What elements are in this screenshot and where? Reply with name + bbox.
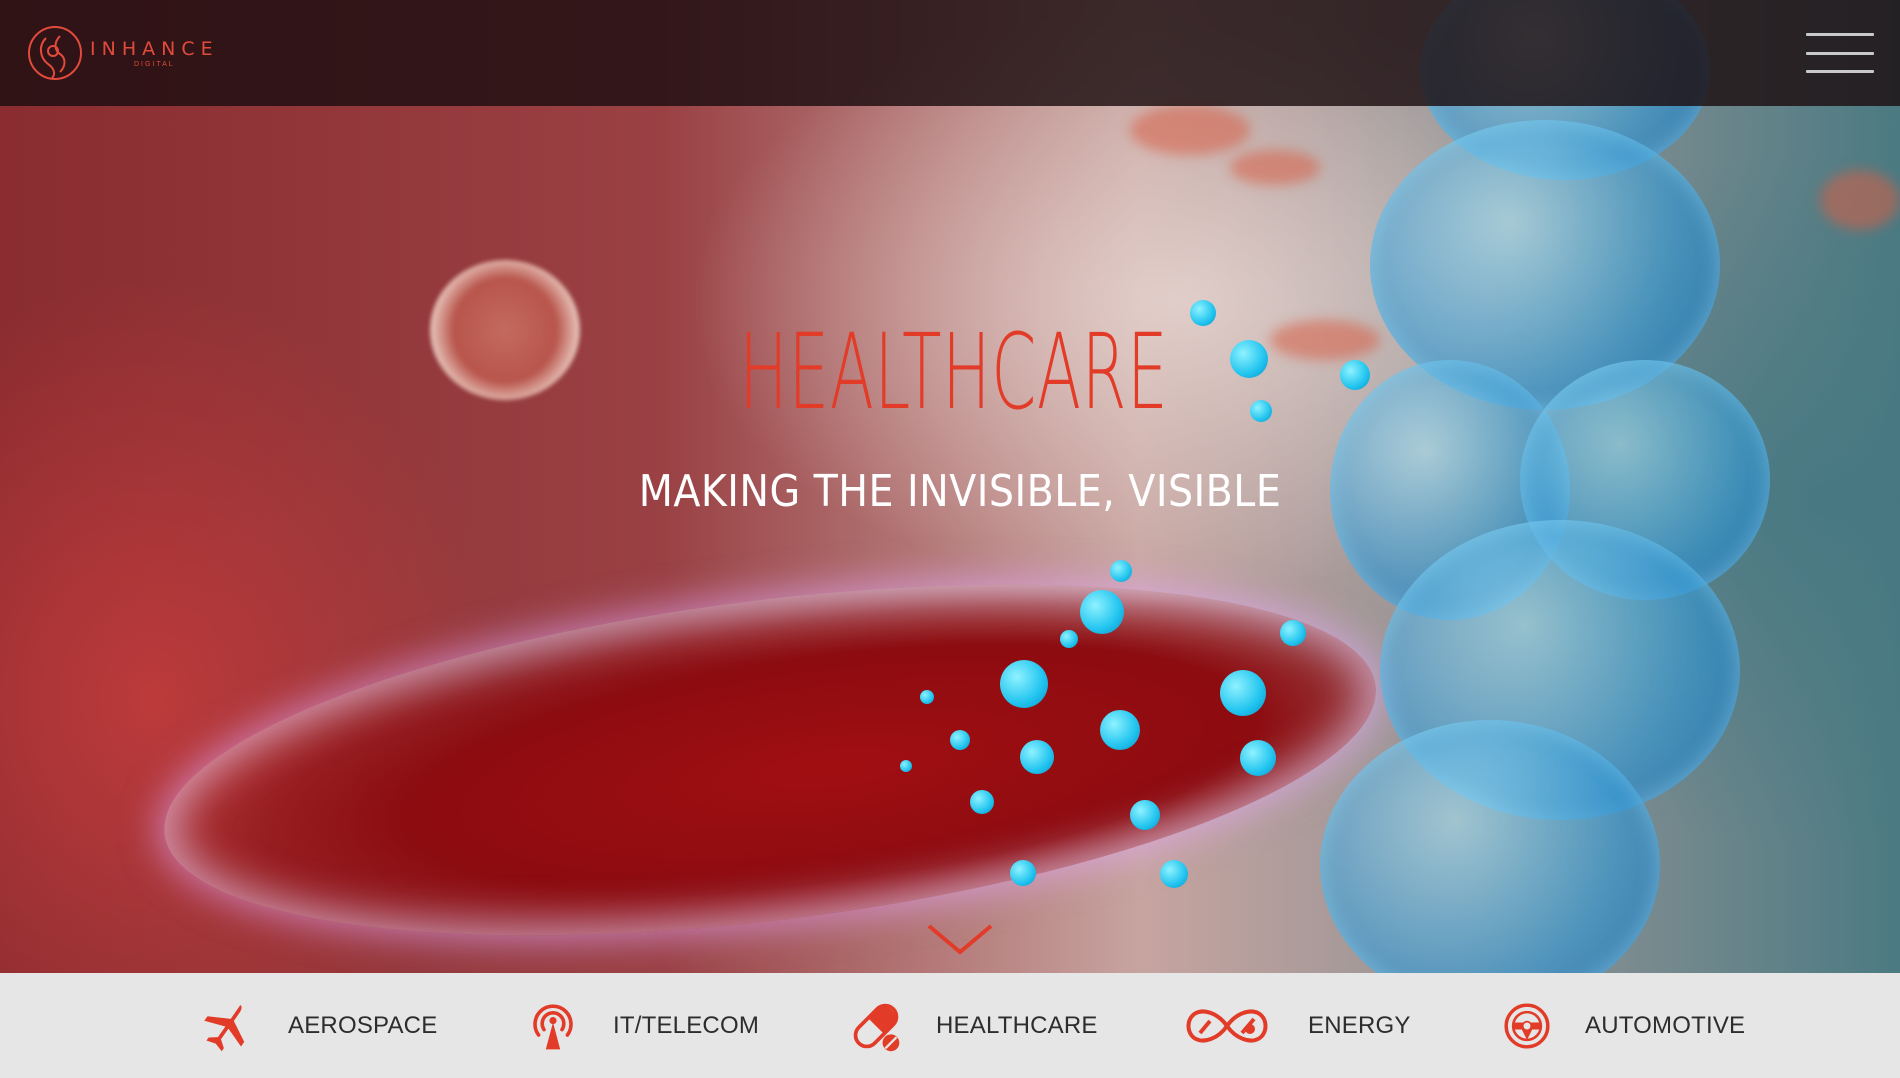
hero-title: HEALTHCARE	[739, 311, 1169, 433]
particle	[1080, 590, 1124, 634]
red-blood-cell-image	[145, 526, 1395, 973]
infinity-plug-icon	[1180, 996, 1274, 1056]
particle	[900, 760, 912, 772]
background-particle	[1230, 150, 1320, 185]
particle	[1160, 860, 1188, 888]
signal-tower-icon	[523, 996, 583, 1056]
airplane-icon	[198, 996, 258, 1056]
nav-item-healthcare[interactable]: HEALTHCARE	[846, 973, 1098, 1078]
logo-subtext: DIGITAL	[133, 61, 175, 68]
particle	[1010, 860, 1036, 886]
particle	[970, 790, 994, 814]
hero-subtitle: MAKING THE INVISIBLE, VISIBLE	[638, 466, 1282, 517]
particle	[950, 730, 970, 750]
background-particle	[1820, 170, 1900, 230]
industry-nav: AEROSPACE IT/TELECOM HEALTHCARE ENERGY A…	[0, 973, 1900, 1078]
particle	[1110, 560, 1132, 582]
hamburger-menu-icon[interactable]	[1806, 31, 1874, 75]
particle	[1240, 740, 1276, 776]
nav-label-it-telecom: IT/TELECOM	[613, 1011, 760, 1039]
nav-item-it-telecom[interactable]: IT/TELECOM	[523, 973, 759, 1078]
particle	[1060, 630, 1078, 648]
nav-item-automotive[interactable]: AUTOMOTIVE	[1497, 973, 1745, 1078]
particle	[1220, 670, 1266, 716]
pill-icon	[846, 996, 906, 1056]
particle	[1130, 800, 1160, 830]
nav-label-automotive: AUTOMOTIVE	[1585, 1011, 1746, 1039]
site-header: INHANCE DIGITAL	[0, 0, 1900, 106]
particle	[1280, 620, 1306, 646]
logo-wordmark: INHANCE	[90, 38, 219, 60]
particle	[1020, 740, 1054, 774]
particle	[1000, 660, 1048, 708]
steering-wheel-icon	[1497, 996, 1557, 1056]
nav-item-energy[interactable]: ENERGY	[1180, 973, 1411, 1078]
nav-label-healthcare: HEALTHCARE	[936, 1011, 1098, 1039]
particle	[920, 690, 934, 704]
nav-label-aerospace: AEROSPACE	[288, 1011, 438, 1039]
nav-label-energy: ENERGY	[1308, 1011, 1411, 1039]
chevron-down-icon[interactable]	[925, 920, 995, 960]
logo[interactable]: INHANCE DIGITAL	[26, 24, 219, 82]
logo-mark-icon	[28, 26, 82, 80]
background-particle	[1130, 105, 1250, 155]
particle	[1100, 710, 1140, 750]
nav-item-aerospace[interactable]: AEROSPACE	[198, 973, 437, 1078]
